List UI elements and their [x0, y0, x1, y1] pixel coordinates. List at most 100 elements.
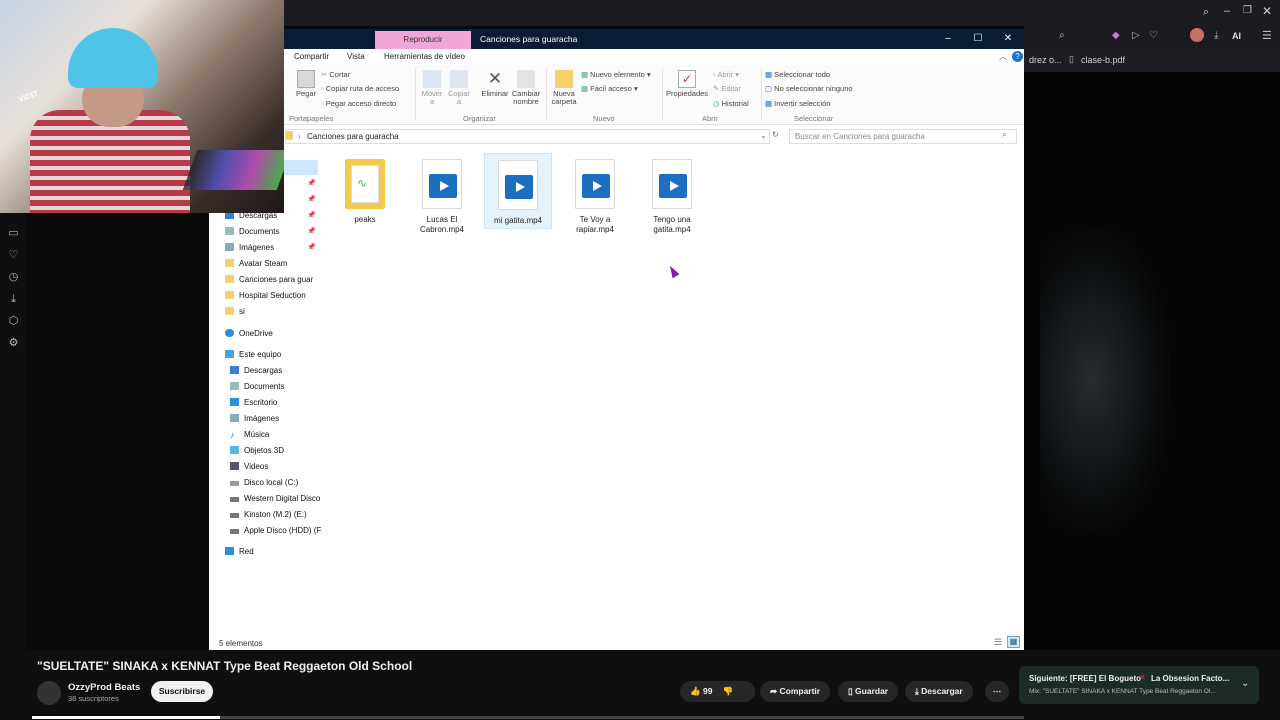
zoom-icon[interactable]: ⌕ — [1059, 30, 1065, 41]
more-actions-button[interactable]: ⋯ — [985, 681, 1009, 702]
pegar-button[interactable]: Pegar — [295, 70, 317, 98]
refresh-icon[interactable]: ↻ — [772, 130, 779, 139]
channel-name[interactable]: OzzyProd Beats — [68, 682, 140, 693]
history-icon: ◷ — [713, 99, 722, 108]
minimize-icon[interactable]: – — [933, 29, 963, 49]
tiles-view-icon[interactable]: ▦ — [1007, 636, 1020, 648]
nav-item-si[interactable]: si — [225, 305, 321, 318]
up-next-rest: La Obsesion Facto... — [1151, 674, 1230, 683]
nav-item-kinston[interactable]: Kinston (M.2) (E:) — [230, 508, 326, 521]
seleccionar-todo-button[interactable]: ▦ Seleccionar todo — [765, 71, 830, 79]
like-count[interactable]: 99 — [703, 686, 712, 696]
heart-icon[interactable]: ♡ — [7, 249, 20, 262]
pin-icon[interactable]: 📌 — [307, 243, 316, 251]
pin-icon[interactable]: 📌 — [307, 179, 316, 187]
file-item[interactable]: Tengo una gatita.mp4 — [638, 153, 706, 235]
minimize-icon[interactable]: – — [1224, 5, 1230, 17]
tab-pdf[interactable]: clase-b.pdf — [1081, 55, 1125, 65]
video-title: "SUELTATE" SINAKA x KENNAT Type Beat Reg… — [37, 659, 413, 673]
invertir-seleccion-button[interactable]: ▦ Invertir selección — [765, 100, 830, 108]
editar-button[interactable]: ✎ Editar — [713, 85, 741, 93]
heart-icon[interactable]: ♡ — [1149, 30, 1158, 41]
file-item[interactable]: ∿ peaks — [331, 153, 399, 225]
file-item[interactable]: Lucas El Cabron.mp4 — [408, 153, 476, 235]
nav-item-red[interactable]: Red — [225, 545, 321, 558]
up-next-card[interactable]: Siguiente: [FREE] El Bogueto ✕ La Obsesi… — [1019, 666, 1259, 704]
address-bar[interactable]: › Canciones para guaracha ⌄ — [285, 129, 770, 144]
nav-selected-item[interactable] — [283, 160, 318, 175]
abrir-button[interactable]: ▫ Abrir ▾ — [713, 71, 739, 79]
eliminar-button[interactable]: ✕ Eliminar — [480, 70, 510, 98]
shield-icon[interactable]: ◆ — [1112, 30, 1120, 41]
extensions-icon[interactable]: ⬡ — [7, 315, 20, 328]
copiar-ruta-button[interactable]: ▫ Copiar ruta de acceso — [321, 85, 399, 93]
nav-item-onedrive[interactable]: OneDrive — [225, 327, 321, 340]
propiedades-button[interactable]: ✓ Propiedades — [665, 70, 709, 98]
maximize-icon[interactable]: ☐ — [963, 29, 993, 49]
download-icon[interactable]: ⤓ — [1214, 30, 1218, 41]
nav-item-este-equipo[interactable]: Este equipo — [225, 348, 321, 361]
close-icon[interactable]: ✕ — [993, 29, 1023, 49]
nav-label: Avatar Steam — [239, 259, 288, 268]
nav-item-apple-disco[interactable]: Apple Disco (HDD) (F — [230, 524, 326, 537]
nav-item-avatar-steam[interactable]: Avatar Steam — [225, 257, 321, 270]
ai-label[interactable]: AI — [1232, 31, 1241, 41]
nav-item-disco-c[interactable]: Disco local (C:) — [230, 476, 326, 489]
cambiar-nombre-button[interactable]: Cambiar nombre — [511, 70, 541, 106]
collapse-ribbon-icon[interactable]: ︿ — [999, 51, 1007, 62]
nav-item-videos[interactable]: Videos — [230, 460, 326, 473]
tab-herramientas-video[interactable]: Herramientas de vídeo — [384, 52, 465, 61]
menu-icon[interactable]: ☰ — [1262, 29, 1272, 42]
tab-vista[interactable]: Vista — [347, 52, 365, 61]
play-icon[interactable]: ▷ — [1132, 30, 1140, 41]
details-view-icon[interactable]: ☰ — [994, 637, 1002, 648]
close-icon[interactable]: ✕ — [1262, 4, 1272, 18]
channel-avatar[interactable] — [37, 681, 61, 705]
cortar-button[interactable]: ✂ Cortar — [321, 71, 350, 79]
share-button[interactable]: ➦ Compartir — [760, 681, 831, 702]
no-seleccionar-button[interactable]: ▢ No seleccionar ninguno — [765, 85, 853, 93]
nav-item-escritorio[interactable]: Escritorio — [230, 396, 326, 409]
nav-item-objetos-3d[interactable]: Objetos 3D — [230, 444, 326, 457]
chevron-down-icon[interactable]: ⌄ — [1241, 678, 1249, 689]
restore-icon[interactable]: ❐ — [1243, 5, 1252, 16]
nav-item-musica[interactable]: ♪ Música — [230, 428, 326, 441]
pin-icon[interactable]: 📌 — [307, 195, 316, 203]
nueva-carpeta-button[interactable]: Nueva carpeta — [549, 70, 579, 106]
thumbs-up-icon[interactable]: 👍 — [690, 686, 701, 696]
player-icon[interactable]: ▭ — [7, 227, 20, 240]
search-icon[interactable]: ⌕ — [1203, 6, 1209, 19]
nav-item-western-digital[interactable]: Western Digital Disco — [230, 492, 326, 505]
nav-item-canciones[interactable]: Canciones para guar — [225, 273, 321, 286]
history-icon[interactable]: ◷ — [7, 271, 20, 284]
tab-reproducir[interactable]: Reproducir — [375, 31, 471, 49]
file-item-selected[interactable]: mi gatita.mp4 — [484, 153, 552, 229]
tab-compartir[interactable]: Compartir — [294, 52, 329, 61]
copy-icon — [450, 70, 468, 88]
video-progress-bar[interactable] — [32, 716, 1024, 719]
nuevo-elemento-button[interactable]: ▦ Nuevo elemento ▾ — [581, 71, 651, 79]
facil-acceso-button[interactable]: ▦ Fácil acceso ▾ — [581, 85, 638, 93]
pin-icon[interactable]: 📌 — [307, 211, 316, 219]
settings-icon[interactable]: ⚙ — [7, 337, 20, 350]
mover-button[interactable]: Mover a — [420, 70, 444, 106]
pegar-acceso-button[interactable]: ▫ Pegar acceso directo — [321, 100, 396, 108]
save-button[interactable]: ▯ Guardar — [838, 681, 899, 702]
thumbs-down-icon[interactable]: 👎 — [723, 686, 734, 696]
tab-partial[interactable]: drez o... — [1029, 55, 1062, 65]
subscribe-button[interactable]: Suscribirse — [151, 681, 213, 702]
search-input[interactable]: Buscar en Canciones para guaracha — [789, 129, 1017, 144]
profile-avatar[interactable] — [1190, 28, 1204, 42]
download-button[interactable]: ⤓ Descargar — [905, 681, 973, 702]
help-icon[interactable]: ? — [1012, 51, 1023, 62]
file-item[interactable]: Te Voy a rapiar.mp4 — [561, 153, 629, 235]
nav-item-hospital[interactable]: Hospital Seduction — [225, 289, 321, 302]
chevron-down-icon[interactable]: ⌄ — [760, 131, 767, 140]
pin-icon[interactable]: 📌 — [307, 227, 316, 235]
historial-button[interactable]: ◷ Historial — [713, 100, 749, 108]
download-icon[interactable]: ⤓ — [7, 293, 20, 306]
nav-item-pc-imagenes[interactable]: Imágenes — [230, 412, 326, 425]
copiar-button[interactable]: Copiar a — [447, 70, 471, 106]
nav-item-pc-descargas[interactable]: Descargas — [230, 364, 326, 377]
nav-item-pc-documents[interactable]: Documents — [230, 380, 326, 393]
